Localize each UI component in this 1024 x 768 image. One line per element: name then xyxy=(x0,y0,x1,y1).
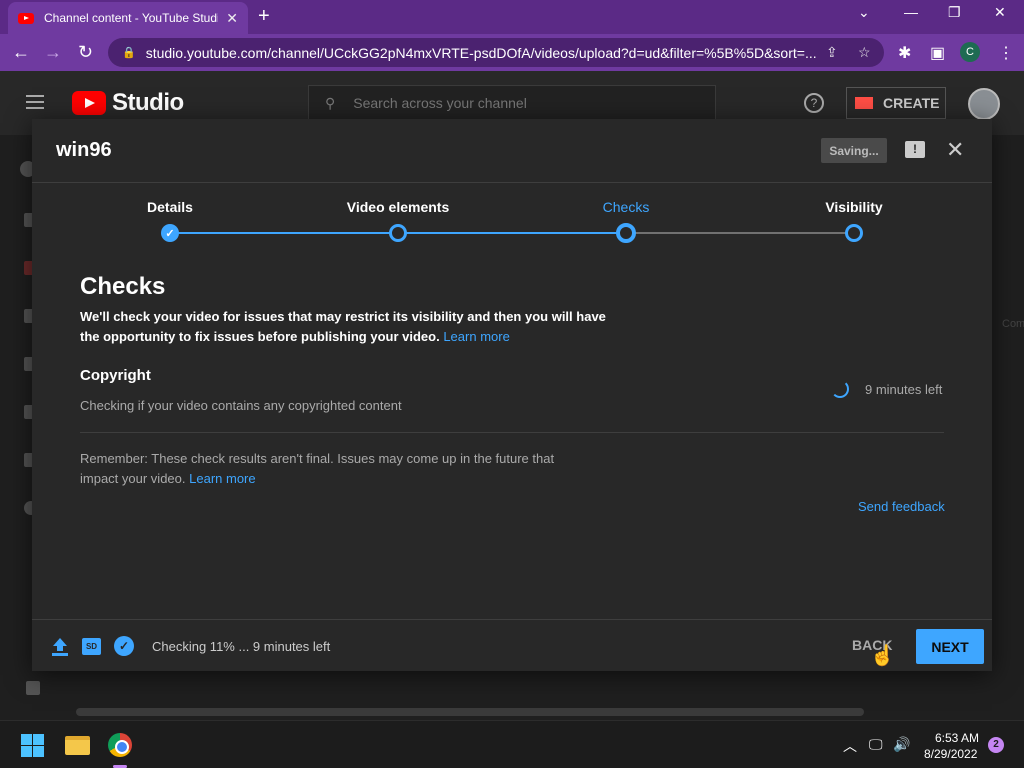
stepper-remaining-line xyxy=(626,232,854,234)
step-details-check-icon[interactable]: ✓ xyxy=(161,224,179,242)
copyright-time-left: 9 minutes left xyxy=(865,382,943,397)
tab-close-icon[interactable]: ✕ xyxy=(226,10,238,27)
sd-quality-icon[interactable]: SD xyxy=(82,638,101,655)
sidebar-feedback-icon[interactable] xyxy=(26,681,40,695)
checks-complete-icon[interactable]: ✓ xyxy=(114,636,134,656)
search-placeholder: Search across your channel xyxy=(353,95,527,111)
step-checks-dot[interactable] xyxy=(616,223,636,243)
step-video-elements-dot[interactable] xyxy=(389,224,407,242)
address-bar[interactable]: 🔒 studio.youtube.com/channel/UCckGG2pN4m… xyxy=(108,38,884,67)
loading-spinner-icon xyxy=(831,380,849,398)
upload-stepper: Details ✓ Video elements Checks Visibili… xyxy=(32,183,992,255)
youtube-favicon-icon xyxy=(18,12,34,24)
tab-title: Channel content - YouTube Studio xyxy=(44,11,219,25)
dialog-header: win96 Saving... ! ✕ xyxy=(32,119,992,183)
copyright-status-text: Checking if your video contains any copy… xyxy=(80,398,402,413)
upload-icon[interactable] xyxy=(52,638,68,656)
tray-chevron-icon[interactable]: ︿ xyxy=(843,736,857,756)
search-icon: ⚲ xyxy=(325,94,336,111)
dialog-footer: SD ✓ Checking 11% ... 9 minutes left BAC… xyxy=(32,619,992,671)
side-panel-icon[interactable]: ▣ xyxy=(930,43,945,63)
help-icon[interactable]: ? xyxy=(804,93,824,113)
tab-search-dropdown-icon[interactable]: ⌄ xyxy=(858,4,870,21)
notification-badge[interactable]: 2 xyxy=(988,737,1004,753)
extensions-puzzle-icon[interactable]: ✱ xyxy=(898,43,911,63)
send-feedback-link[interactable]: Send feedback xyxy=(858,499,945,514)
youtube-logo-icon[interactable] xyxy=(72,91,106,115)
clock-date[interactable]: 8/29/2022 xyxy=(924,747,977,761)
background-column-text: Com xyxy=(1002,318,1024,330)
windows-start-icon[interactable] xyxy=(21,734,44,757)
chrome-menu-icon[interactable]: ⋮ xyxy=(998,43,1014,63)
checks-description: We'll check your video for issues that m… xyxy=(80,309,606,344)
step-checks-label[interactable]: Checks xyxy=(603,199,650,215)
window-close-button[interactable]: ✕ xyxy=(994,4,1006,21)
hamburger-menu-icon[interactable] xyxy=(26,95,44,109)
step-video-elements-label[interactable]: Video elements xyxy=(347,199,449,215)
horizontal-scrollbar[interactable] xyxy=(76,708,864,716)
browser-toolbar: ← → ↻ 🔒 studio.youtube.com/channel/UCckG… xyxy=(0,34,1024,71)
learn-more-link[interactable]: Learn more xyxy=(443,329,509,344)
bookmark-star-icon[interactable]: ☆ xyxy=(858,44,871,61)
restore-button[interactable]: ❐ xyxy=(948,4,961,21)
video-camera-icon xyxy=(855,97,873,109)
upload-dialog: win96 Saving... ! ✕ Details ✓ Video elem… xyxy=(32,119,992,671)
lock-icon[interactable]: 🔒 xyxy=(122,46,136,59)
studio-brand[interactable]: Studio xyxy=(112,89,184,117)
step-details-label[interactable]: Details xyxy=(147,199,193,215)
back-arrow-icon[interactable]: ← xyxy=(12,42,30,63)
report-feedback-icon[interactable]: ! xyxy=(905,141,925,158)
step-visibility-dot[interactable] xyxy=(845,224,863,242)
step-visibility-label[interactable]: Visibility xyxy=(825,199,882,215)
checks-heading: Checks xyxy=(80,273,166,300)
create-label: CREATE xyxy=(883,95,940,111)
dialog-title: win96 xyxy=(56,139,112,161)
reload-icon[interactable]: ↻ xyxy=(78,42,93,63)
file-explorer-icon[interactable] xyxy=(65,736,90,755)
network-icon[interactable]: 🖵 xyxy=(869,736,883,753)
saving-status-badge: Saving... xyxy=(821,138,887,163)
minimize-button[interactable]: — xyxy=(904,4,918,20)
next-button[interactable]: NEXT xyxy=(916,629,984,664)
upload-status-text: Checking 11% ... 9 minutes left xyxy=(152,639,331,654)
remember-note: Remember: These check results aren't fin… xyxy=(80,451,555,486)
browser-tab[interactable]: Channel content - YouTube Studio ✕ xyxy=(8,2,248,34)
volume-icon[interactable]: 🔊 xyxy=(893,736,910,753)
copyright-heading: Copyright xyxy=(80,367,151,384)
new-tab-button[interactable]: + xyxy=(258,5,270,28)
chrome-taskbar-icon[interactable] xyxy=(108,733,132,757)
section-divider xyxy=(80,432,944,433)
dialog-close-icon[interactable]: ✕ xyxy=(946,137,964,163)
profile-avatar[interactable]: C xyxy=(960,42,980,62)
url-text: studio.youtube.com/channel/UCckGG2pN4mxV… xyxy=(145,44,817,61)
hand-pointer-cursor-icon: ☝ xyxy=(870,645,895,667)
clock-time[interactable]: 6:53 AM xyxy=(935,731,979,745)
channel-search-input[interactable]: ⚲ Search across your channel xyxy=(308,85,716,121)
browser-tab-bar: Channel content - YouTube Studio ✕ + ⌄ —… xyxy=(0,0,1024,34)
taskbar: ︿ 🖵 🔊 6:53 AM 8/29/2022 2 xyxy=(0,720,1024,768)
share-icon[interactable]: ⇪ xyxy=(826,44,838,61)
create-button[interactable]: CREATE xyxy=(846,87,946,119)
remember-learn-more-link[interactable]: Learn more xyxy=(189,471,255,486)
forward-arrow-icon[interactable]: → xyxy=(44,42,62,63)
channel-avatar[interactable] xyxy=(968,88,1000,120)
